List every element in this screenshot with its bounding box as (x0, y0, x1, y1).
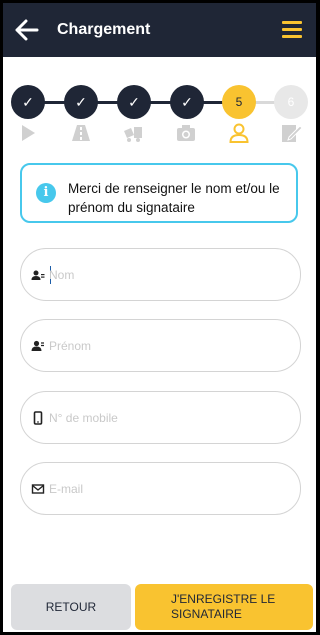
info-icon: i (36, 183, 56, 203)
progress-stepper: ✓ ✓ ✓ ✓ 5 6 (3, 83, 316, 123)
info-banner: i Merci de renseigner le nom et/ou le pr… (20, 163, 298, 223)
firstname-field[interactable] (20, 319, 301, 372)
email-input[interactable] (49, 475, 279, 503)
signature-icon (282, 125, 302, 142)
hamburger-menu-icon[interactable] (282, 21, 302, 39)
back-button[interactable]: RETOUR (11, 584, 131, 630)
app-header: Chargement (3, 3, 316, 57)
mobile-field[interactable] (20, 391, 301, 444)
play-icon (22, 125, 35, 141)
step-1[interactable]: ✓ (11, 85, 45, 119)
app-frame: Chargement ✓ ✓ ✓ ✓ 5 6 i Merci de rensei… (3, 3, 316, 632)
mobile-icon (33, 411, 43, 425)
arrow-left-icon[interactable] (15, 19, 39, 41)
page-title: Chargement (57, 21, 151, 38)
email-field[interactable] (20, 462, 301, 515)
info-text: Merci de renseigner le nom et/ou le prén… (68, 181, 280, 215)
stepper-icons (3, 123, 316, 147)
name-input[interactable] (49, 261, 279, 289)
step-4[interactable]: ✓ (170, 85, 204, 119)
envelope-icon (31, 484, 45, 494)
user-icon (229, 123, 249, 143)
firstname-input[interactable] (49, 332, 279, 360)
step-3[interactable]: ✓ (117, 85, 151, 119)
save-signatory-button[interactable]: J'ENREGISTRE LE SIGNATAIRE (135, 584, 313, 630)
user-card-icon (31, 270, 45, 280)
name-field[interactable] (20, 248, 301, 301)
truck-icon (124, 127, 142, 142)
step-5[interactable]: 5 (222, 85, 256, 119)
step-6[interactable]: 6 (274, 85, 308, 119)
camera-icon (177, 125, 195, 141)
road-icon (72, 125, 90, 141)
mobile-input[interactable] (49, 404, 279, 432)
user-icon (31, 340, 44, 351)
step-2[interactable]: ✓ (64, 85, 98, 119)
